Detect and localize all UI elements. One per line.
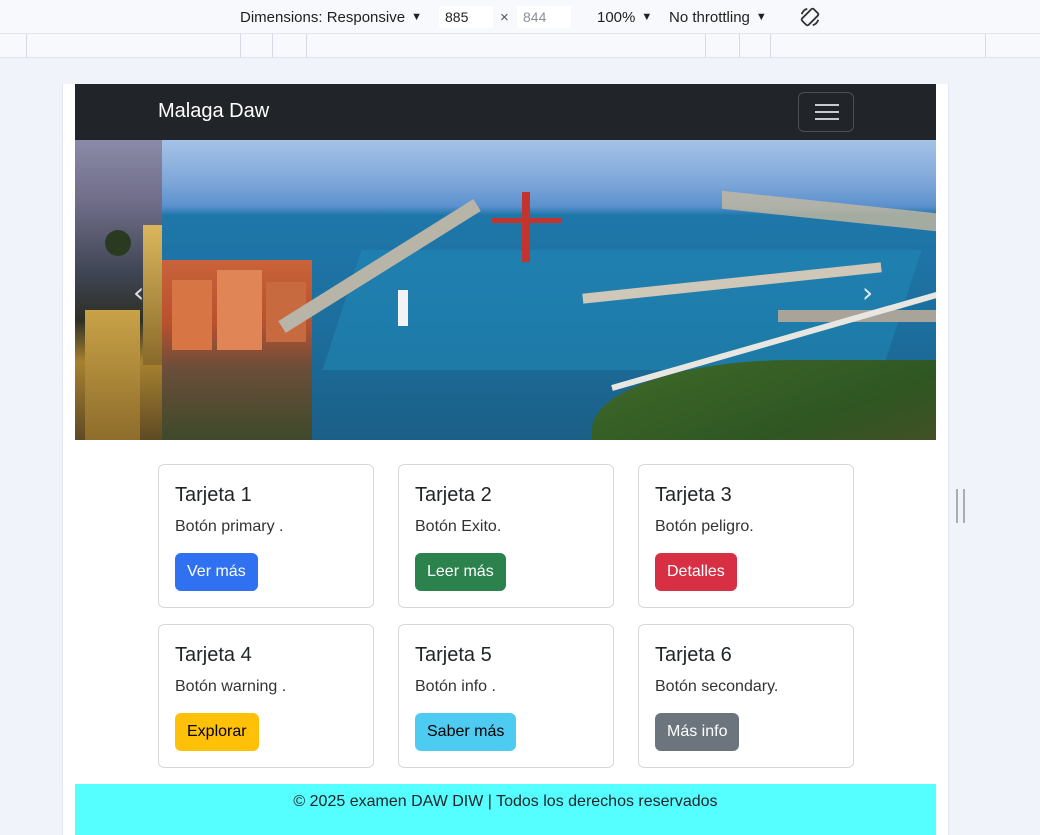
zoom-label: 100% — [597, 8, 636, 26]
ruler-segment[interactable] — [306, 34, 307, 58]
building-shape — [172, 280, 212, 350]
lighthouse-shape — [398, 290, 408, 326]
card-6-button[interactable]: Más info — [655, 713, 740, 751]
card-2: Tarjeta 2 Botón Exito. Leer más — [398, 464, 614, 608]
card-3-button[interactable]: Detalles — [655, 553, 737, 591]
navbar-brand[interactable]: Malaga Daw — [158, 100, 269, 123]
caret-down-icon: ▼ — [411, 11, 422, 23]
width-input[interactable]: 885 — [439, 6, 493, 28]
devtools-device-toolbar: Dimensions: Responsive ▼ 885 × 844 100% … — [0, 0, 1040, 34]
hamburger-menu-icon — [815, 111, 839, 113]
card-text: Botón Exito. — [415, 518, 502, 535]
card-4: Tarjeta 4 Botón warning . Explorar — [158, 624, 374, 768]
throttling-dropdown[interactable]: No throttling ▼ — [669, 0, 767, 34]
card-title: Tarjeta 1 — [175, 484, 252, 506]
card-5: Tarjeta 5 Botón info . Saber más — [398, 624, 614, 768]
caret-down-icon: ▼ — [641, 11, 653, 23]
fortress-shape — [143, 225, 162, 365]
card-text: Botón warning . — [175, 678, 287, 695]
viewport-resize-handle[interactable] — [956, 489, 965, 523]
city-buildings-shape — [162, 260, 312, 440]
ruler-segment[interactable] — [240, 34, 241, 58]
ruler-segment[interactable] — [739, 34, 740, 58]
card-4-button[interactable]: Explorar — [175, 713, 259, 751]
card-6: Tarjeta 6 Botón secondary. Más info — [638, 624, 854, 768]
ruler-segment[interactable] — [985, 34, 986, 58]
caret-down-icon: ▼ — [755, 11, 767, 23]
hamburger-menu-icon — [815, 118, 839, 120]
hill-shape — [592, 360, 936, 440]
card-title: Tarjeta 5 — [415, 644, 492, 666]
navbar-toggler-button[interactable] — [798, 92, 854, 132]
hamburger-menu-icon — [815, 104, 839, 106]
card-1-button[interactable]: Ver más — [175, 553, 258, 591]
card-3: Tarjeta 3 Botón peligro. Detalles — [638, 464, 854, 608]
card-1: Tarjeta 1 Botón primary . Ver más — [158, 464, 374, 608]
dimensions-label: Dimensions: Responsive — [240, 8, 406, 26]
card-5-button[interactable]: Saber más — [415, 713, 517, 751]
card-title: Tarjeta 4 — [175, 644, 252, 666]
page-footer: © 2025 examen DAW DIW | Todos los derech… — [75, 784, 936, 835]
card-title: Tarjeta 3 — [655, 484, 732, 506]
card-title: Tarjeta 6 — [655, 644, 732, 666]
navbar: Malaga Daw — [75, 84, 936, 140]
media-query-ruler — [0, 34, 1040, 58]
height-input[interactable]: 844 — [517, 6, 571, 28]
times-separator: × — [500, 8, 509, 26]
footer-text: © 2025 examen DAW DIW | Todos los derech… — [293, 793, 718, 810]
chevron-left-icon[interactable]: ‹ — [133, 276, 144, 309]
crane-shape — [522, 192, 530, 262]
crane-shape — [492, 218, 562, 223]
shore-shape — [722, 190, 936, 232]
rotate-device-icon[interactable] — [799, 6, 821, 28]
ruler-segment[interactable] — [26, 34, 27, 58]
card-title: Tarjeta 2 — [415, 484, 492, 506]
throttling-label: No throttling — [669, 8, 750, 26]
ruler-segment[interactable] — [705, 34, 706, 58]
ruler-segment[interactable] — [272, 34, 273, 58]
fortress-shape — [85, 310, 140, 440]
carousel-active-slide-image — [162, 140, 936, 440]
zoom-dropdown[interactable]: 100% ▼ — [597, 0, 652, 34]
card-2-button[interactable]: Leer más — [415, 553, 506, 591]
card-text: Botón primary . — [175, 518, 284, 535]
card-text: Botón secondary. — [655, 678, 779, 695]
card-text: Botón peligro. — [655, 518, 754, 535]
card-text: Botón info . — [415, 678, 496, 695]
dimensions-dropdown[interactable]: Dimensions: Responsive ▼ — [240, 0, 422, 34]
image-carousel: ‹ › — [75, 140, 936, 440]
palm-tree-shape — [105, 230, 131, 256]
chevron-right-icon[interactable]: › — [862, 276, 873, 309]
building-shape — [217, 270, 262, 350]
ruler-segment[interactable] — [770, 34, 771, 58]
carousel-previous-slide-image — [75, 140, 162, 440]
